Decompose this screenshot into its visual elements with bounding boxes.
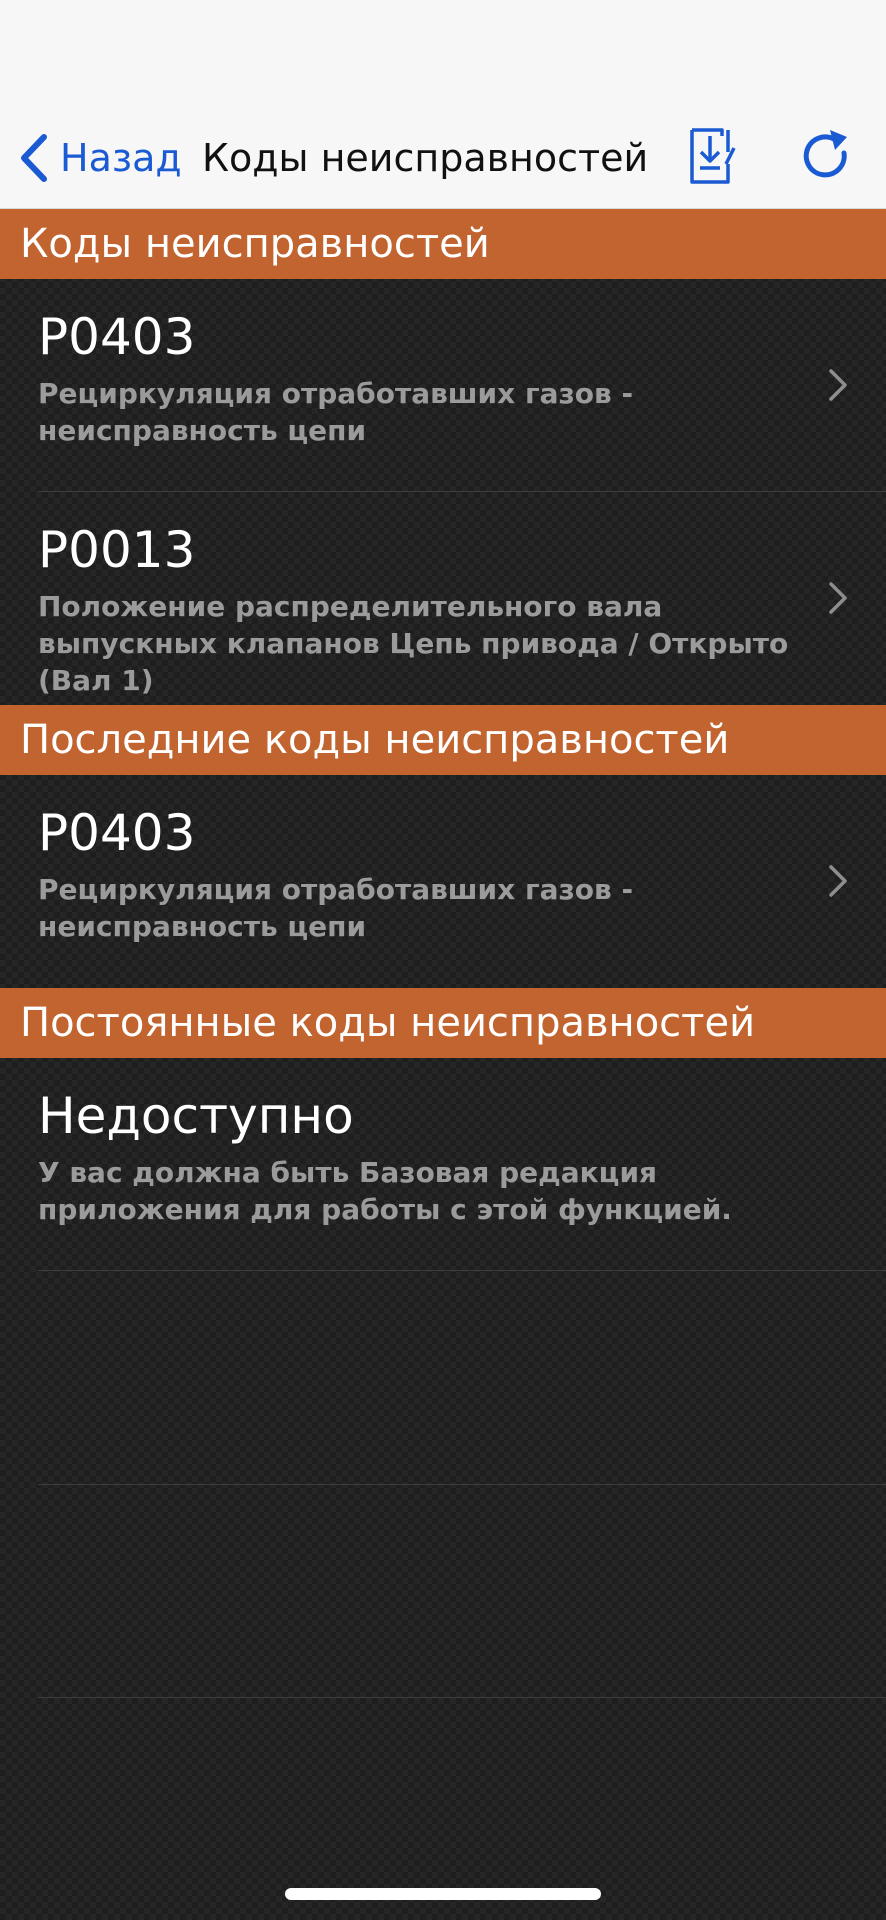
dtc-code: P0403 — [38, 308, 196, 366]
row-separator — [38, 1697, 886, 1698]
refresh-button[interactable] — [797, 126, 857, 188]
chevron-right-icon — [829, 369, 847, 401]
dtc-row[interactable]: P0403 Рециркуляция отработавших газов - … — [0, 279, 886, 491]
save-report-button[interactable] — [686, 126, 746, 188]
row-separator — [38, 1270, 886, 1271]
dtc-code: Недоступно — [38, 1087, 354, 1145]
section-header-permanent-codes: Постоянные коды неисправностей — [0, 988, 886, 1058]
dtc-row[interactable]: P0013 Положение распределительного вала … — [0, 492, 886, 704]
back-button[interactable]: Назад — [18, 128, 182, 188]
dtc-row[interactable]: P0403 Рециркуляция отработавших газов - … — [0, 775, 886, 987]
chevron-left-icon — [18, 133, 48, 183]
section-header-recent-codes: Последние коды неисправностей — [0, 705, 886, 775]
back-label: Назад — [60, 136, 182, 180]
dtc-description: Положение распределительного вала выпуск… — [38, 590, 789, 697]
dtc-row-unavailable: Недоступно У вас должна быть Базовая ред… — [0, 1058, 886, 1270]
page-title: Коды неисправностей — [202, 136, 649, 180]
row-separator — [38, 1484, 886, 1485]
dtc-code: P0403 — [38, 804, 196, 862]
section-header-current-codes: Коды неисправностей — [0, 209, 886, 279]
home-indicator[interactable] — [285, 1888, 601, 1900]
chevron-right-icon — [829, 865, 847, 897]
dtc-code: P0013 — [38, 521, 196, 579]
dtc-description: Рециркуляция отработавших газов - неиспр… — [38, 873, 634, 943]
dtc-description: Рециркуляция отработавших газов - неиспр… — [38, 377, 634, 447]
navigation-bar: Назад Коды неисправностей — [0, 0, 886, 209]
download-document-icon — [686, 126, 746, 188]
refresh-icon — [797, 126, 857, 188]
chevron-right-icon — [829, 582, 847, 614]
dtc-description: У вас должна быть Базовая редакция прило… — [38, 1156, 732, 1226]
